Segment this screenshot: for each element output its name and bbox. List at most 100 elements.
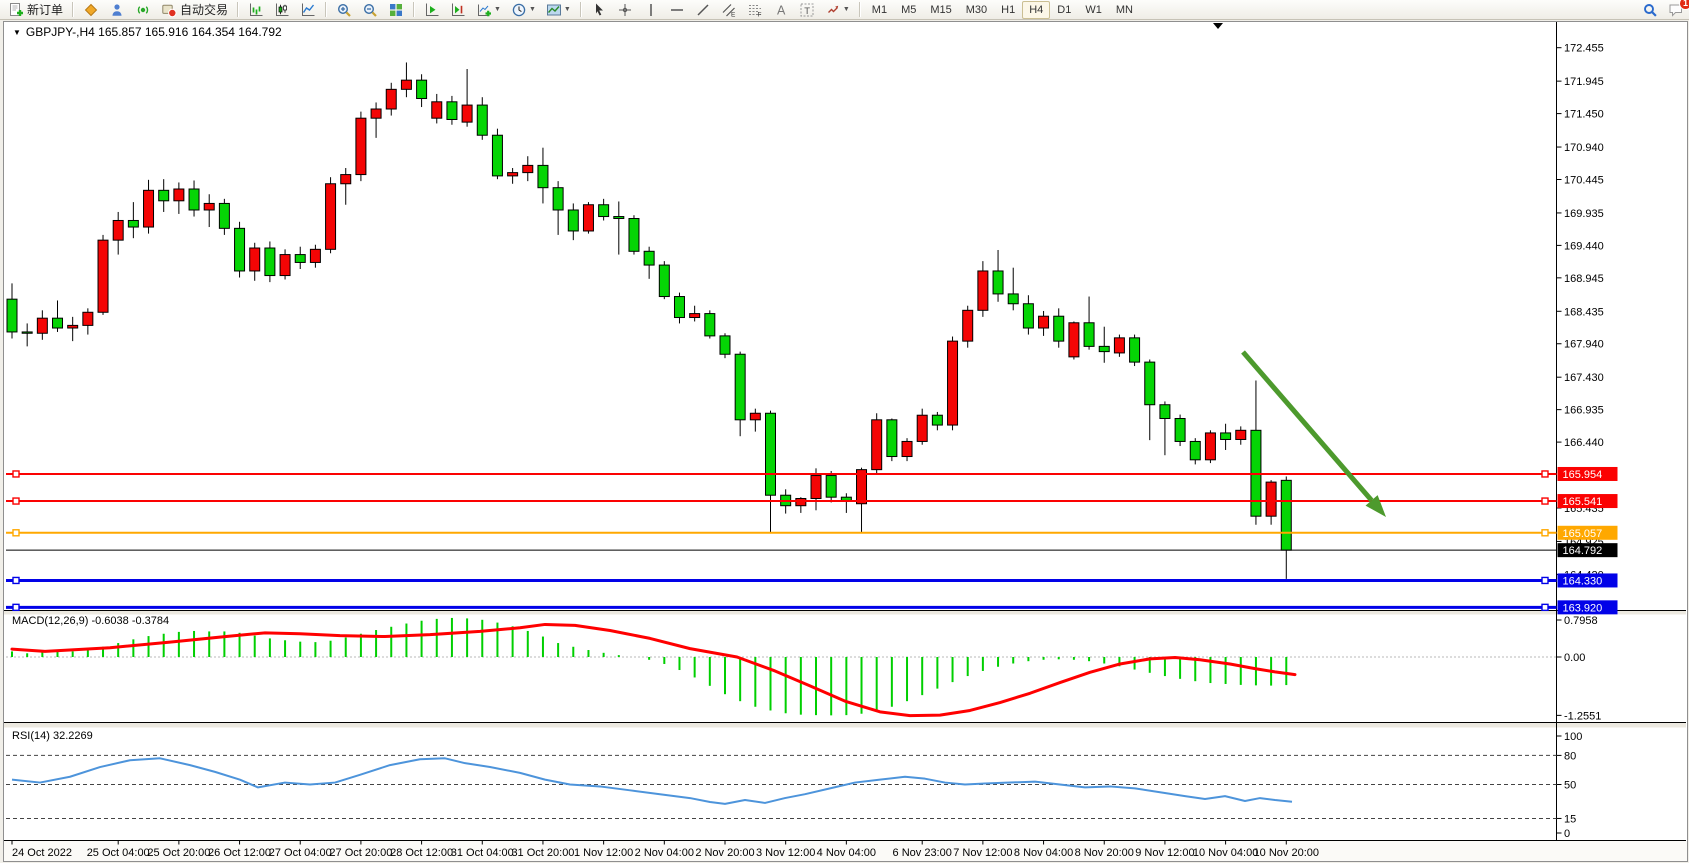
line-handle[interactable] bbox=[1542, 577, 1548, 583]
timeframe-button-h4[interactable]: H4 bbox=[1022, 1, 1050, 19]
equidistant-channel-icon: E bbox=[721, 2, 737, 18]
candle-body bbox=[371, 109, 381, 118]
line-handle[interactable] bbox=[13, 498, 19, 504]
fibonacci-icon: F bbox=[747, 2, 763, 18]
rsi-axis-label: 0 bbox=[1564, 828, 1570, 840]
candle bbox=[1130, 335, 1140, 366]
timeframe-button-m30[interactable]: M30 bbox=[959, 1, 994, 19]
trendline-button[interactable] bbox=[691, 0, 715, 20]
candle-body bbox=[492, 135, 502, 176]
zoom-in-button[interactable] bbox=[332, 0, 356, 20]
time-tick-label: 1 Nov 12:00 bbox=[574, 847, 633, 859]
rsi-indicator-label: RSI(14) 32.2269 bbox=[12, 730, 93, 742]
dropdown-arrow-icon[interactable]: ▼ bbox=[843, 6, 850, 13]
zoom-in-icon bbox=[336, 2, 352, 18]
line-handle[interactable] bbox=[13, 577, 19, 583]
line-handle[interactable] bbox=[1542, 530, 1548, 536]
new-chart-button[interactable]: ▼ bbox=[472, 0, 505, 20]
line-handle[interactable] bbox=[13, 530, 19, 536]
timeframe-button-m5[interactable]: M5 bbox=[894, 1, 923, 19]
price-tick-label: 171.945 bbox=[1564, 76, 1604, 88]
price-tick-label: 168.945 bbox=[1564, 273, 1604, 285]
time-tick-label: 4 Nov 04:00 bbox=[817, 847, 876, 859]
new-order-button[interactable]: 新订单 bbox=[4, 0, 67, 20]
bar-chart-button[interactable] bbox=[244, 0, 268, 20]
candle bbox=[265, 241, 275, 282]
line-handle[interactable] bbox=[13, 471, 19, 477]
candle-body bbox=[310, 249, 320, 262]
vertical-line-button[interactable] bbox=[639, 0, 663, 20]
resistance-line-1-price-label: 165.954 bbox=[1563, 469, 1603, 481]
templates-icon bbox=[546, 2, 562, 18]
chat-button[interactable]: 1 bbox=[1664, 0, 1688, 20]
chart-title: ▼ GBPJPY-,H4 165.857 165.916 164.354 164.… bbox=[13, 25, 282, 39]
candlestick-chart-button[interactable] bbox=[270, 0, 294, 20]
chart-title-text: GBPJPY-,H4 165.857 165.916 164.354 164.7… bbox=[26, 25, 282, 39]
metaeditor-icon[interactable] bbox=[79, 0, 103, 20]
market-watch-profile-icon[interactable] bbox=[105, 0, 129, 20]
timeframe-button-h1[interactable]: H1 bbox=[994, 1, 1022, 19]
signals-icon[interactable] bbox=[131, 0, 155, 20]
timeframe-button-d1[interactable]: D1 bbox=[1050, 1, 1078, 19]
text-label-button[interactable]: T bbox=[795, 0, 819, 20]
zoom-out-button[interactable] bbox=[358, 0, 382, 20]
symbol-menu-arrow-icon[interactable]: ▼ bbox=[13, 28, 21, 37]
timeframe-button-m15[interactable]: M15 bbox=[923, 1, 958, 19]
candle bbox=[659, 261, 669, 299]
current-price-line-price-label: 164.792 bbox=[1563, 545, 1603, 557]
timeframe-button-w1[interactable]: W1 bbox=[1078, 1, 1109, 19]
dropdown-arrow-icon[interactable]: ▼ bbox=[564, 6, 571, 13]
periods-button[interactable]: ▼ bbox=[507, 0, 540, 20]
candle bbox=[1069, 321, 1079, 359]
horizontal-line-button[interactable] bbox=[665, 0, 689, 20]
price-tick-label: 169.440 bbox=[1564, 240, 1604, 252]
cursor-button[interactable] bbox=[587, 0, 611, 20]
line-handle[interactable] bbox=[1542, 604, 1548, 610]
line-handle[interactable] bbox=[1542, 498, 1548, 504]
candle-body bbox=[235, 228, 245, 271]
autotrading-button[interactable]: 自动交易 bbox=[157, 0, 232, 20]
candle-body bbox=[1114, 338, 1124, 353]
rsi-axis-label: 50 bbox=[1564, 780, 1576, 792]
auto-scroll-button[interactable] bbox=[420, 0, 444, 20]
dropdown-arrow-icon[interactable]: ▼ bbox=[529, 6, 536, 13]
candle bbox=[356, 112, 366, 182]
candle bbox=[872, 413, 882, 474]
candle-body bbox=[386, 89, 396, 109]
timeframe-button-mn[interactable]: MN bbox=[1109, 1, 1140, 19]
price-tick-label: 166.440 bbox=[1564, 437, 1604, 449]
svg-text:T: T bbox=[804, 5, 810, 16]
svg-text:F: F bbox=[757, 11, 761, 18]
line-handle[interactable] bbox=[13, 604, 19, 610]
equidistant-channel-button[interactable]: E bbox=[717, 0, 741, 20]
crosshair-button[interactable] bbox=[613, 0, 637, 20]
macd-splitter[interactable] bbox=[4, 611, 1686, 615]
periods-icon bbox=[511, 2, 527, 18]
chart-shift-button[interactable] bbox=[446, 0, 470, 20]
price-chart[interactable]: 172.455171.945171.450170.940170.445169.9… bbox=[0, 0, 1689, 863]
autotrading-button-label: 自动交易 bbox=[180, 1, 228, 18]
time-tick-label: 7 Nov 12:00 bbox=[953, 847, 1012, 859]
candle-body bbox=[1160, 405, 1170, 419]
templates-button[interactable]: ▼ bbox=[542, 0, 575, 20]
line-handle[interactable] bbox=[1542, 471, 1548, 477]
timeframe-button-m1[interactable]: M1 bbox=[865, 1, 894, 19]
bar-chart-icon bbox=[248, 2, 264, 18]
time-tick-label: 24 Oct 2022 bbox=[12, 847, 72, 859]
arrows-button[interactable]: ▼ bbox=[821, 0, 854, 20]
line-chart-button[interactable] bbox=[296, 0, 320, 20]
candle-body bbox=[766, 413, 776, 495]
candle-body bbox=[674, 297, 684, 318]
tile-windows-button[interactable] bbox=[384, 0, 408, 20]
dropdown-arrow-icon[interactable]: ▼ bbox=[494, 6, 501, 13]
rsi-splitter[interactable] bbox=[4, 723, 1686, 728]
candle-body bbox=[7, 299, 17, 332]
text-button[interactable]: A bbox=[769, 0, 793, 20]
candle-body bbox=[83, 312, 93, 325]
price-tick-label: 170.940 bbox=[1564, 142, 1604, 154]
candle-body bbox=[1069, 323, 1079, 357]
candle-body bbox=[219, 203, 229, 228]
search-icon[interactable] bbox=[1638, 0, 1662, 20]
candle-body bbox=[341, 175, 351, 184]
fibonacci-button[interactable]: F bbox=[743, 0, 767, 20]
